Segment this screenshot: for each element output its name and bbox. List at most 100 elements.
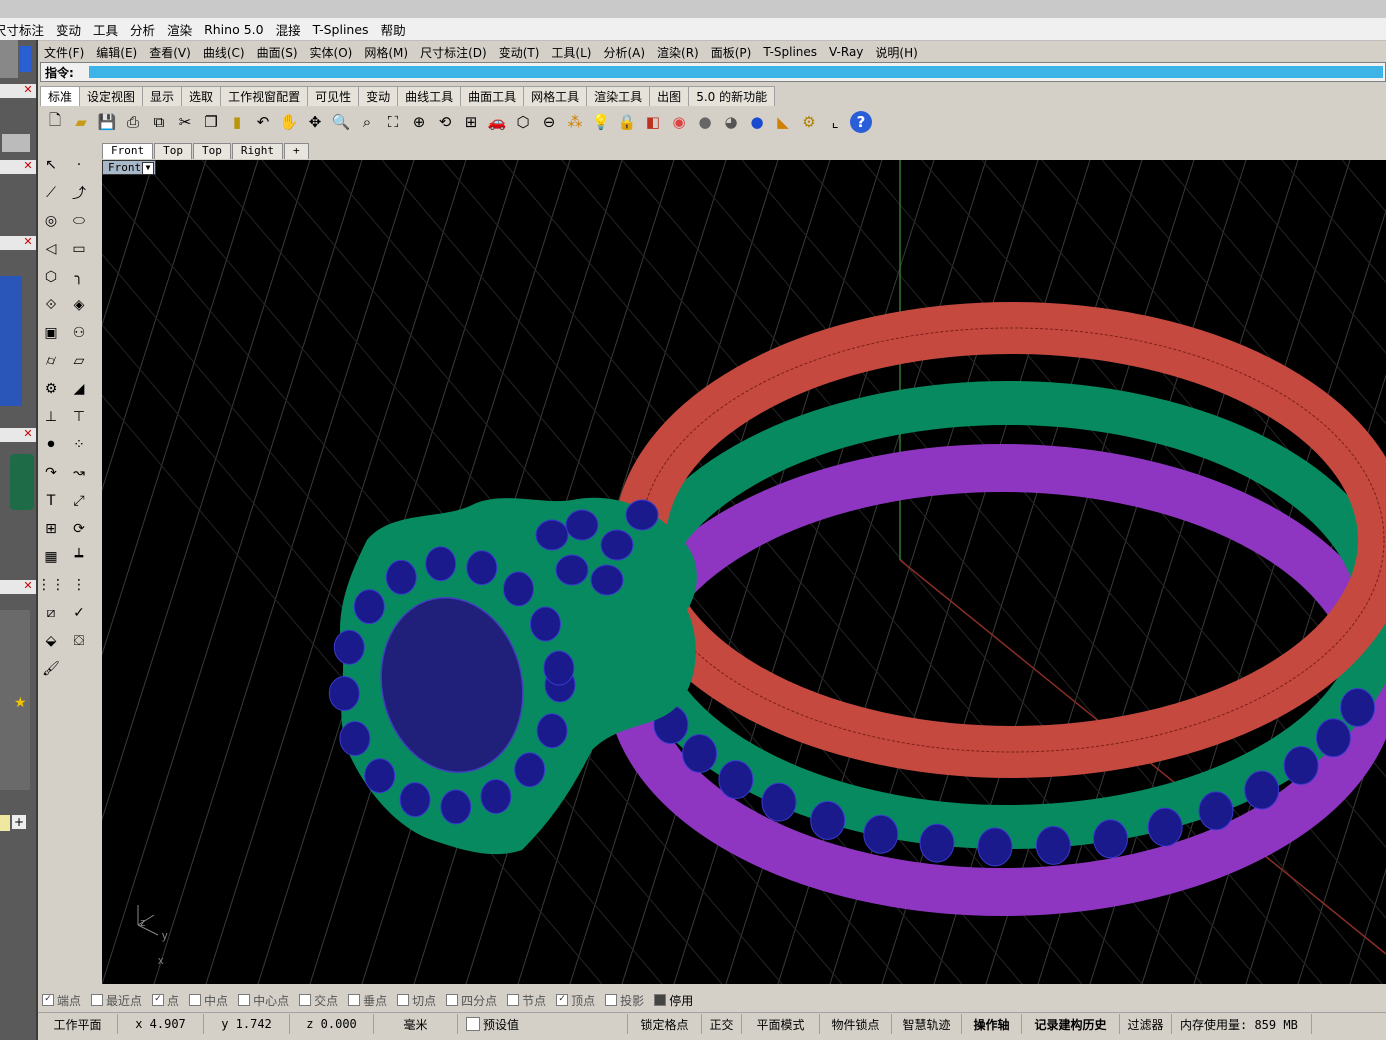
light-bulb-icon[interactable]: 💡 <box>590 111 612 133</box>
top-menu-item[interactable]: 渲染 <box>161 20 198 39</box>
menu-item[interactable]: 说明(H) <box>869 44 923 61</box>
paste-icon[interactable]: ▮ <box>226 111 248 133</box>
tab-mesh-tools[interactable]: 网格工具 <box>523 86 588 106</box>
undo-view-icon[interactable]: ⟲ <box>434 111 456 133</box>
open-folder-icon[interactable]: ▰ <box>70 111 92 133</box>
solid-box-icon[interactable]: ▦ <box>40 546 62 568</box>
add-icon[interactable]: + <box>12 815 26 829</box>
grid-snap-toggle[interactable]: 锁定格点 <box>628 1014 702 1034</box>
new-file-icon[interactable]: 🗋 <box>44 111 66 133</box>
rotate-view-icon[interactable]: ✥ <box>304 111 326 133</box>
circle-icon[interactable]: ◎ <box>40 210 62 232</box>
menu-item[interactable]: 实体(O) <box>304 44 359 61</box>
menu-item[interactable]: V-Ray <box>823 45 869 59</box>
car-icon[interactable]: 🚗 <box>486 111 508 133</box>
boolean-icon[interactable]: ⚇ <box>68 322 90 344</box>
planar-toggle[interactable]: 平面模式 <box>742 1014 820 1034</box>
paint-bucket-icon[interactable]: ⛋ <box>68 630 90 652</box>
viewport-tab-top[interactable]: Top <box>154 143 192 159</box>
viewport-title[interactable]: Front ▼ <box>102 160 156 175</box>
analyze-icon[interactable]: ⧄ <box>40 602 62 624</box>
offset-icon[interactable]: ↷ <box>40 462 62 484</box>
scale-icon[interactable]: ⤢ <box>68 490 90 512</box>
menu-item[interactable]: 渲染(R) <box>651 44 705 61</box>
menu-item[interactable]: 编辑(E) <box>90 44 143 61</box>
zoom-icon[interactable]: 🔍 <box>330 111 352 133</box>
help-icon[interactable]: ? <box>850 111 872 133</box>
zoom-selected-icon[interactable]: ⊕ <box>408 111 430 133</box>
tab-set-view[interactable]: 设定视图 <box>79 86 144 106</box>
command-input[interactable] <box>89 66 1383 78</box>
check-icon[interactable]: ✓ <box>68 602 90 624</box>
zoom-extents-icon[interactable]: ⛶ <box>382 111 404 133</box>
surface-points-icon[interactable]: ⟐ <box>40 294 62 316</box>
rectangle-icon[interactable]: ▭ <box>68 238 90 260</box>
top-menu-item[interactable]: 变动 <box>50 20 87 39</box>
pan-hand-icon[interactable]: ✋ <box>278 111 300 133</box>
menu-item[interactable]: 工具(L) <box>545 44 597 61</box>
save-icon[interactable]: 💾 <box>96 111 118 133</box>
tab-visibility[interactable]: 可见性 <box>307 86 360 106</box>
osnap-option[interactable]: ✓ 点 <box>152 992 179 1009</box>
menu-item[interactable]: 文件(F) <box>38 44 90 61</box>
osnap-option[interactable]: 四分点 <box>446 992 497 1009</box>
cut-icon[interactable]: ✂ <box>174 111 196 133</box>
tab-curve-tools[interactable]: 曲线工具 <box>397 86 462 106</box>
polyline-icon[interactable]: ⟋ <box>40 182 62 204</box>
menu-item[interactable]: 曲线(C) <box>197 44 251 61</box>
menu-item[interactable]: 分析(A) <box>597 44 651 61</box>
tab-standard[interactable]: 标准 <box>40 86 81 106</box>
smarttrack-toggle[interactable]: 智慧轨迹 <box>892 1014 962 1034</box>
join-icon[interactable]: ⊤ <box>68 406 90 428</box>
grid-plane-icon[interactable]: ⬡ <box>512 111 534 133</box>
render-sphere-icon[interactable]: ● <box>746 111 768 133</box>
tab-surface-tools[interactable]: 曲面工具 <box>460 86 525 106</box>
viewport-menu-arrow-icon[interactable]: ▼ <box>142 162 154 175</box>
panel-color-swatch[interactable] <box>19 46 31 72</box>
gumball-toggle[interactable]: 操作轴 <box>962 1014 1022 1034</box>
trim-icon[interactable]: ◢ <box>68 378 90 400</box>
tab-viewport-layout[interactable]: 工作视窗配置 <box>220 86 309 106</box>
points-icon[interactable]: ⁂ <box>564 111 586 133</box>
render-icon[interactable]: ⬙ <box>40 630 62 652</box>
group-icon[interactable]: ⁘ <box>68 434 90 456</box>
layer-list[interactable] <box>0 276 22 406</box>
osnap-checkbox[interactable] <box>605 994 618 1006</box>
top-menu-item[interactable]: Rhino 5.0 <box>198 22 270 37</box>
tab-display[interactable]: 显示 <box>142 86 183 106</box>
top-menu-item[interactable]: 混接 <box>270 20 307 39</box>
osnap-checkbox[interactable] <box>91 994 104 1006</box>
tab-new-in-v5[interactable]: 5.0 的新功能 <box>688 86 776 106</box>
osnap-checkbox[interactable]: ✓ <box>152 994 165 1006</box>
settings-gear-icon[interactable]: ⚙ <box>798 111 820 133</box>
dimension-icon[interactable]: ⌞ <box>824 111 846 133</box>
add-viewport-tab[interactable]: + <box>284 143 309 159</box>
osnap-option[interactable]: 中点 <box>189 992 228 1009</box>
viewport-tab-front[interactable]: Front <box>102 143 154 159</box>
align-icon[interactable]: ⋮ <box>68 574 90 596</box>
top-menu-item[interactable]: T-Splines <box>307 22 375 37</box>
grid-icon[interactable] <box>2 134 30 152</box>
surface-icon[interactable]: ◈ <box>68 294 90 316</box>
tab-render-tools[interactable]: 渲染工具 <box>586 86 651 106</box>
menu-item[interactable]: 查看(V) <box>143 44 197 61</box>
blend-icon[interactable]: ↝ <box>68 462 90 484</box>
osnap-checkbox[interactable] <box>238 994 251 1006</box>
menu-item[interactable]: 变动(T) <box>493 44 546 61</box>
mesh-icon[interactable]: ▱ <box>68 350 90 372</box>
curve-icon[interactable]: ⤴ <box>68 182 90 204</box>
close-icon[interactable]: ✕ <box>22 84 34 96</box>
osnap-checkbox[interactable] <box>507 994 520 1006</box>
tab-select[interactable]: 选取 <box>181 86 222 106</box>
copy-icon[interactable]: ❐ <box>200 111 222 133</box>
rotate-icon[interactable]: ⟳ <box>68 518 90 540</box>
cplane-icon[interactable]: ⊖ <box>538 111 560 133</box>
menu-item[interactable]: 面板(P) <box>705 44 758 61</box>
analysis-icon[interactable]: ◣ <box>772 111 794 133</box>
explode-icon[interactable]: ⚫ <box>40 434 62 456</box>
top-menu-item[interactable]: 分析 <box>124 20 161 39</box>
ellipse-icon[interactable]: ⬭ <box>68 210 90 232</box>
osnap-checkbox[interactable] <box>299 994 312 1006</box>
osnap-checkbox[interactable]: ✓ <box>42 994 54 1006</box>
box-icon[interactable]: ▣ <box>40 322 62 344</box>
